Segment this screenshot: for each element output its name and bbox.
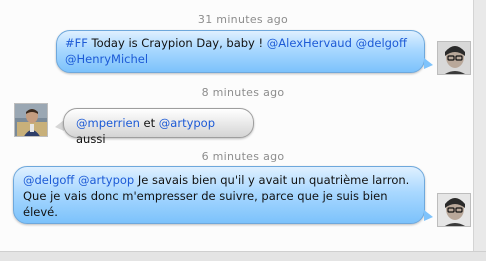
message-text-line: @mperrien et @artypop aussi xyxy=(76,115,241,147)
message-text: Je savais bien qu'il y avait un quatrièm… xyxy=(134,173,410,187)
avatar-portrait-icon xyxy=(438,42,470,74)
message-text: Today is Craypion Day, baby ! xyxy=(87,36,267,50)
hashtag-link[interactable]: #FF xyxy=(65,36,88,50)
avatar[interactable] xyxy=(437,193,471,227)
message-bubble-outgoing[interactable]: @delgoff @artypop Je savais bien qu'il y… xyxy=(13,166,425,224)
mention-link[interactable]: @delgoff xyxy=(23,173,74,187)
message-text-line: @HenryMichel xyxy=(65,51,416,67)
message-text-line: élevé. xyxy=(23,205,58,219)
bubble-tail xyxy=(424,58,433,69)
mention-link[interactable]: @delgoff xyxy=(356,36,407,50)
avatar-portrait-icon xyxy=(15,104,47,136)
message-bubble-incoming[interactable]: @mperrien et @artypop aussi xyxy=(63,108,254,146)
window-right-edge xyxy=(473,0,486,261)
avatar[interactable] xyxy=(14,103,48,137)
mention-link[interactable]: @AlexHervaud xyxy=(267,36,352,50)
window-bottom-edge xyxy=(0,251,486,261)
mention-link[interactable]: @HenryMichel xyxy=(65,52,148,66)
message-bubble-outgoing[interactable]: #FF Today is Craypion Day, baby ! @AlexH… xyxy=(56,30,425,73)
message-timestamp: 8 minutes ago xyxy=(201,86,285,99)
bubble-tail xyxy=(424,210,433,221)
mention-link[interactable]: @artypop xyxy=(78,173,134,187)
message-text: aussi xyxy=(76,132,106,146)
mention-link[interactable]: @mperrien xyxy=(76,116,140,130)
message-text-line: #FF Today is Craypion Day, baby ! @AlexH… xyxy=(65,35,416,51)
message-timestamp: 6 minutes ago xyxy=(201,150,285,163)
message-text-line: Que je vais donc m'empresser de suivre, … xyxy=(23,189,388,203)
message-text: et xyxy=(139,116,159,130)
mention-link[interactable]: @artypop xyxy=(159,116,215,130)
message-text-line: @delgoff @artypop Je savais bien qu'il y… xyxy=(23,172,415,188)
avatar[interactable] xyxy=(437,41,471,75)
avatar-portrait-icon xyxy=(438,194,470,226)
message-timestamp: 31 minutes ago xyxy=(197,13,289,26)
